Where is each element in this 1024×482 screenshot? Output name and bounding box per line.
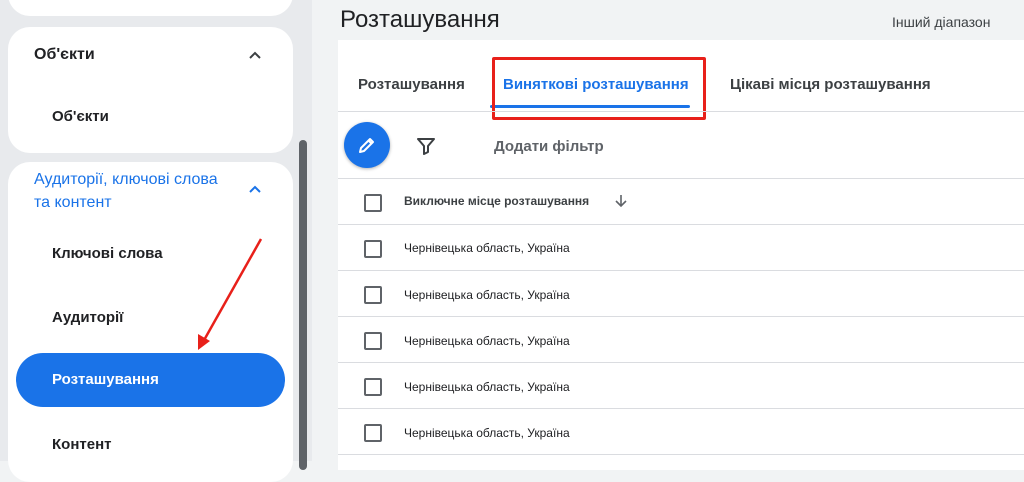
sidebar-item-label: Розташування [52, 371, 159, 388]
tab-placements[interactable]: Розташування [358, 76, 465, 93]
sidebar-card-top [8, 0, 293, 16]
sidebar-item-objects[interactable]: Об'єкти [52, 108, 109, 125]
row-checkbox[interactable] [364, 332, 382, 350]
row-checkbox[interactable] [364, 286, 382, 304]
table-cell-location: Чернівецька область, Україна [404, 288, 570, 302]
divider [338, 316, 1024, 317]
table-cell-location: Чернівецька область, Україна [404, 426, 570, 440]
section-title-audiences[interactable]: Аудиторії, ключові слова та контент [34, 168, 218, 214]
sidebar-item-audiences[interactable]: Аудиторії [52, 309, 123, 326]
page-title: Розташування [340, 6, 500, 33]
sidebar-section-audiences: Аудиторії, ключові слова та контент [8, 162, 293, 482]
sidebar-item-keywords[interactable]: Ключові слова [52, 245, 163, 262]
arrow-down-icon[interactable] [614, 193, 628, 214]
sidebar-item-content[interactable]: Контент [52, 436, 111, 453]
divider [338, 111, 1024, 112]
row-checkbox[interactable] [364, 378, 382, 396]
sidebar-section-objects: Об'єкти Об'єкти [8, 27, 293, 153]
select-all-checkbox[interactable] [364, 194, 382, 212]
edit-button[interactable] [344, 122, 390, 168]
main-content: Розташування Інший діапазон Розташування… [312, 0, 1024, 470]
row-checkbox[interactable] [364, 240, 382, 258]
sidebar: Об'єкти Об'єкти Аудиторії, ключові слова… [0, 0, 312, 482]
section-title-line-2: та контент [34, 194, 112, 211]
table-cell-location: Чернівецька область, Україна [404, 380, 570, 394]
section-title-objects[interactable]: Об'єкти [34, 46, 95, 64]
row-checkbox[interactable] [364, 424, 382, 442]
divider [338, 270, 1024, 271]
chevron-up-icon[interactable] [248, 48, 262, 62]
divider [338, 408, 1024, 409]
add-filter-button[interactable]: Додати фільтр [494, 138, 604, 155]
section-title-line-1: Аудиторії, ключові слова [34, 171, 218, 188]
divider [338, 362, 1024, 363]
divider [338, 224, 1024, 225]
divider [338, 178, 1024, 179]
pencil-icon [359, 138, 374, 153]
sidebar-item-placements[interactable]: Розташування [16, 353, 285, 407]
table-cell-location: Чернівецька область, Україна [404, 241, 570, 255]
filter-icon[interactable] [416, 137, 436, 160]
chevron-up-icon[interactable] [248, 182, 262, 196]
tab-interesting-placements[interactable]: Цікаві місця розташування [730, 76, 931, 93]
date-range-button[interactable]: Інший діапазон [892, 14, 990, 30]
table-cell-location: Чернівецька область, Україна [404, 334, 570, 348]
sidebar-scrollbar[interactable] [299, 140, 307, 470]
column-header-excluded-location[interactable]: Виключне місце розташування [404, 194, 589, 208]
divider [338, 454, 1024, 455]
